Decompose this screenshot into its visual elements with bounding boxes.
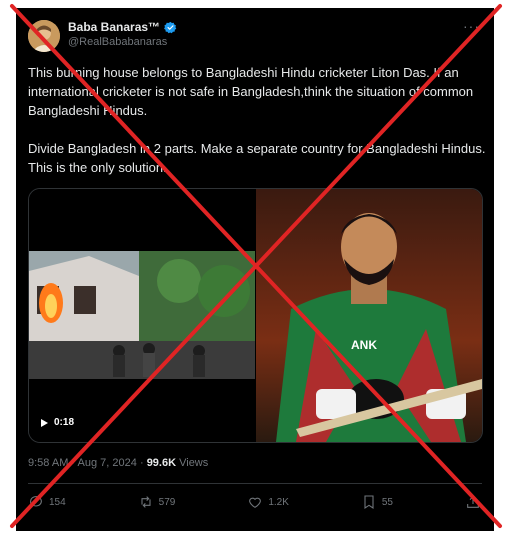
like-count: 1.2K [268, 496, 289, 508]
avatar-image [28, 20, 60, 52]
repost-button[interactable]: 579 [138, 494, 176, 510]
video-duration: 0:18 [54, 417, 75, 428]
tweet-date[interactable]: Aug 7, 2024 [78, 457, 137, 469]
divider [28, 483, 482, 484]
reply-icon [29, 496, 42, 509]
tweet-paragraph-2: Divide Bangladesh in 2 parts. Make a sep… [28, 141, 489, 175]
bookmark-count: 55 [381, 496, 393, 508]
tweet-meta: 9:58 AM · Aug 7, 2024 · 99.6K Views [28, 457, 208, 469]
tweet-card: Baba Banaras™ @RealBababanaras ··· This … [16, 8, 494, 531]
tweet-text: This burning house belongs to Bangladesh… [28, 63, 488, 177]
tweet-time[interactable]: 9:58 AM [28, 457, 68, 469]
share-icon [467, 495, 479, 508]
author-handle[interactable]: @RealBababanaras [68, 36, 167, 48]
verified-badge-icon [164, 21, 177, 33]
reply-button[interactable]: 154 [28, 494, 66, 510]
author-display-name[interactable]: Baba Banaras™ [68, 20, 160, 34]
views-count[interactable]: 99.6K [147, 457, 176, 469]
cricketer-photo[interactable]: ANK [256, 189, 482, 442]
meta-separator: · [71, 457, 76, 469]
share-button[interactable] [465, 494, 481, 510]
like-button[interactable]: 1.2K [247, 494, 289, 510]
burning-house-image [29, 251, 255, 379]
tweet-paragraph-1: This burning house belongs to Bangladesh… [28, 65, 477, 118]
reply-count: 154 [49, 496, 66, 508]
svg-text:ANK: ANK [351, 338, 377, 352]
avatar[interactable] [28, 20, 60, 52]
media-grid: 0:18 ANK [28, 188, 483, 443]
video-play-control[interactable]: 0:18 [41, 417, 74, 428]
play-icon[interactable] [41, 418, 48, 427]
repost-count: 579 [158, 496, 176, 508]
more-icon[interactable]: ··· [463, 18, 480, 34]
action-bar: 154 579 1.2K 55 [28, 494, 481, 510]
video-thumbnail[interactable]: 0:18 [29, 189, 255, 442]
meta-separator-2: · [139, 457, 144, 469]
author-name-row: Baba Banaras™ [68, 20, 177, 34]
bookmark-icon [364, 495, 374, 509]
bookmark-button[interactable]: 55 [361, 494, 393, 510]
like-icon [249, 497, 262, 508]
repost-icon [141, 496, 151, 508]
views-label: Views [179, 457, 209, 469]
